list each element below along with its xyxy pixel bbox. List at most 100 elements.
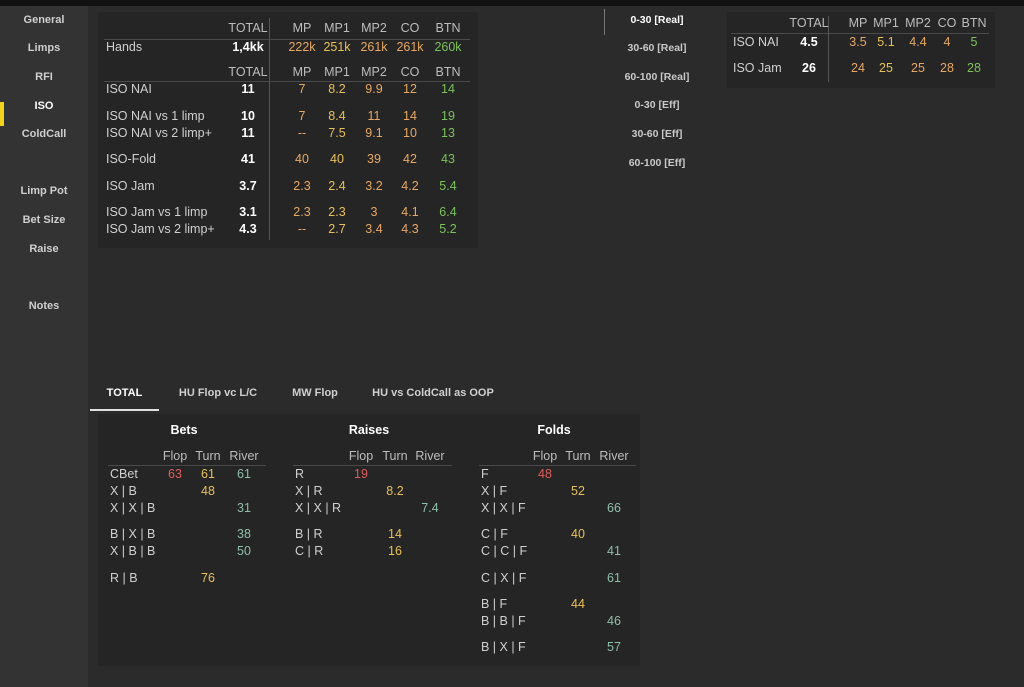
range-option[interactable]: 30-60 [Eff] bbox=[612, 128, 702, 140]
row-label: ISO Jam vs 1 limp bbox=[106, 205, 208, 219]
bets-row-value: 31 bbox=[237, 501, 251, 515]
column-header: TOTAL bbox=[228, 21, 268, 35]
row-total: 4.5 bbox=[800, 35, 818, 49]
sidebar-item-coldcall[interactable]: ColdCall bbox=[0, 128, 88, 140]
row-total: 3.7 bbox=[239, 179, 257, 193]
hands-value: 251k bbox=[323, 40, 351, 54]
column-header: MP1 bbox=[324, 21, 350, 35]
folds-row-label: B | F bbox=[481, 597, 508, 611]
range-option[interactable]: 60-100 [Real] bbox=[612, 71, 702, 83]
raises-row-label: X | X | R bbox=[295, 501, 342, 515]
column-header: CO bbox=[400, 65, 420, 79]
bets-column-header: Turn bbox=[195, 449, 221, 463]
row-value: 42 bbox=[403, 152, 417, 166]
row-value: 8.2 bbox=[328, 82, 346, 96]
range-option[interactable]: 0-30 [Real] bbox=[612, 14, 702, 26]
row-value: 14 bbox=[441, 82, 455, 96]
bets-row-label: X | X | B bbox=[110, 501, 156, 515]
raises-column-header: Turn bbox=[382, 449, 408, 463]
row-label: ISO NAI bbox=[106, 82, 152, 96]
row-value: 4.2 bbox=[401, 179, 419, 193]
tab-hu-flop-vc-lc[interactable]: HU Flop vc L/C bbox=[168, 387, 268, 399]
hands-value: 261k bbox=[396, 40, 424, 54]
sidebar-item-bet-size[interactable]: Bet Size bbox=[0, 214, 88, 226]
raises-row-label: X | R bbox=[295, 484, 323, 498]
raises-row-label: R bbox=[295, 467, 305, 481]
sidebar-item-general[interactable]: General bbox=[0, 14, 88, 26]
folds-row-value: 41 bbox=[607, 544, 621, 558]
folds-row-value: 52 bbox=[571, 484, 585, 498]
range-option[interactable]: 30-60 [Real] bbox=[612, 42, 702, 54]
row-value: 39 bbox=[367, 152, 381, 166]
bets-row-label: X | B bbox=[110, 484, 137, 498]
row-value: 7 bbox=[298, 82, 306, 96]
column-header: BTN bbox=[435, 21, 461, 35]
folds-row-label: F bbox=[481, 467, 489, 481]
row-value: 25 bbox=[879, 61, 893, 75]
range-option[interactable]: 60-100 [Eff] bbox=[612, 157, 702, 169]
row-value: 5 bbox=[970, 35, 978, 49]
top-bar bbox=[0, 0, 1024, 6]
tab-mw-flop[interactable]: MW Flop bbox=[285, 387, 345, 399]
bets-column-header: River bbox=[229, 449, 259, 463]
row-label: ISO Jam bbox=[106, 179, 155, 193]
folds-row-label: C | C | F bbox=[481, 544, 528, 558]
folds-row-value: 40 bbox=[571, 527, 585, 541]
range-active-line bbox=[604, 9, 605, 35]
hands-total: 1,4kk bbox=[232, 40, 264, 54]
row-value: 3 bbox=[370, 205, 378, 219]
tab-total[interactable]: TOTAL bbox=[90, 387, 159, 399]
tab-hu-vs-coldcall-oop[interactable]: HU vs ColdCall as OOP bbox=[366, 387, 500, 399]
column-header: MP2 bbox=[905, 16, 931, 30]
sidebar-item-rfi[interactable]: RFI bbox=[0, 71, 88, 83]
folds-row-value: 66 bbox=[607, 501, 621, 515]
row-value: 2.4 bbox=[328, 179, 346, 193]
folds-row-value: 44 bbox=[571, 597, 585, 611]
raises-title: Raises bbox=[348, 423, 390, 437]
column-header: MP bbox=[292, 65, 312, 79]
sidebar-item-limp-pot[interactable]: Limp Pot bbox=[0, 185, 88, 197]
raises-column-header: River bbox=[415, 449, 445, 463]
sidebar-item-raise[interactable]: Raise bbox=[0, 243, 88, 255]
row-total: 4.3 bbox=[239, 222, 257, 236]
row-total: 11 bbox=[241, 82, 255, 96]
column-header: MP2 bbox=[361, 21, 387, 35]
row-label: ISO NAI bbox=[733, 35, 779, 49]
raises-row-value: 8.2 bbox=[386, 484, 404, 498]
folds-title: Folds bbox=[537, 423, 571, 437]
sidebar: General Limps RFI ISO ColdCall Limp Pot … bbox=[0, 6, 88, 687]
row-value: 2.3 bbox=[293, 205, 311, 219]
bets-row-label: R | B bbox=[110, 571, 138, 585]
bets-row-label: CBet bbox=[110, 467, 138, 481]
row-label: ISO-Fold bbox=[106, 152, 157, 166]
row-label: ISO Jam vs 2 limp+ bbox=[106, 222, 215, 236]
folds-row-value: 61 bbox=[607, 571, 621, 585]
row-value: 8.4 bbox=[328, 109, 346, 123]
sidebar-item-notes[interactable]: Notes bbox=[0, 300, 88, 312]
row-value: -- bbox=[297, 126, 307, 140]
sidebar-item-iso[interactable]: ISO bbox=[0, 100, 88, 112]
row-value: 5.4 bbox=[439, 179, 457, 193]
tab-underline bbox=[90, 409, 159, 411]
column-header: MP bbox=[292, 21, 312, 35]
raises-row-label: B | R bbox=[295, 527, 323, 541]
row-value: 4.1 bbox=[401, 205, 419, 219]
row-total: 11 bbox=[241, 126, 255, 140]
row-value: 10 bbox=[403, 126, 417, 140]
folds-row-value: 48 bbox=[538, 467, 552, 481]
column-header: CO bbox=[400, 21, 420, 35]
row-label: ISO Jam bbox=[733, 61, 782, 75]
folds-row-label: X | F bbox=[481, 484, 508, 498]
raises-row-value: 14 bbox=[388, 527, 402, 541]
row-value: 28 bbox=[967, 61, 981, 75]
hands-value: 261k bbox=[360, 40, 388, 54]
row-value: 9.9 bbox=[365, 82, 383, 96]
bets-title: Bets bbox=[170, 423, 198, 437]
sidebar-item-limps[interactable]: Limps bbox=[0, 42, 88, 54]
range-option[interactable]: 0-30 [Eff] bbox=[612, 99, 702, 111]
row-total: 3.1 bbox=[239, 205, 257, 219]
row-value: 5.2 bbox=[439, 222, 457, 236]
row-total: 41 bbox=[241, 152, 255, 166]
folds-column-header: Turn bbox=[565, 449, 591, 463]
row-value: 40 bbox=[330, 152, 344, 166]
